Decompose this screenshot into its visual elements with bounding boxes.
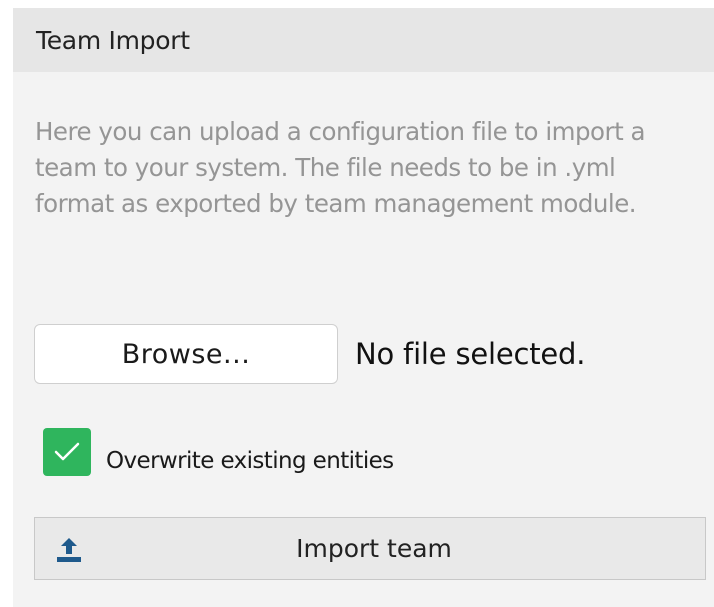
team-import-widget: Team Import Here you can upload a config… — [13, 8, 714, 607]
overwrite-checkbox-label[interactable]: Overwrite existing entities — [106, 448, 394, 474]
checkmark-icon — [54, 442, 80, 461]
overwrite-checkbox[interactable] — [43, 428, 91, 476]
import-team-label: Import team — [296, 534, 452, 563]
overwrite-option: Overwrite existing entities — [43, 428, 543, 492]
browse-button[interactable]: Browse... — [34, 324, 338, 384]
widget-description: Here you can upload a configuration file… — [35, 117, 646, 218]
file-status-text: No file selected. — [355, 337, 586, 371]
widget-header: Team Import — [13, 8, 714, 72]
widget-title: Team Import — [36, 25, 190, 55]
import-team-button[interactable]: Import team — [34, 517, 706, 580]
file-upload-row: Browse... No file selected. — [34, 324, 585, 384]
